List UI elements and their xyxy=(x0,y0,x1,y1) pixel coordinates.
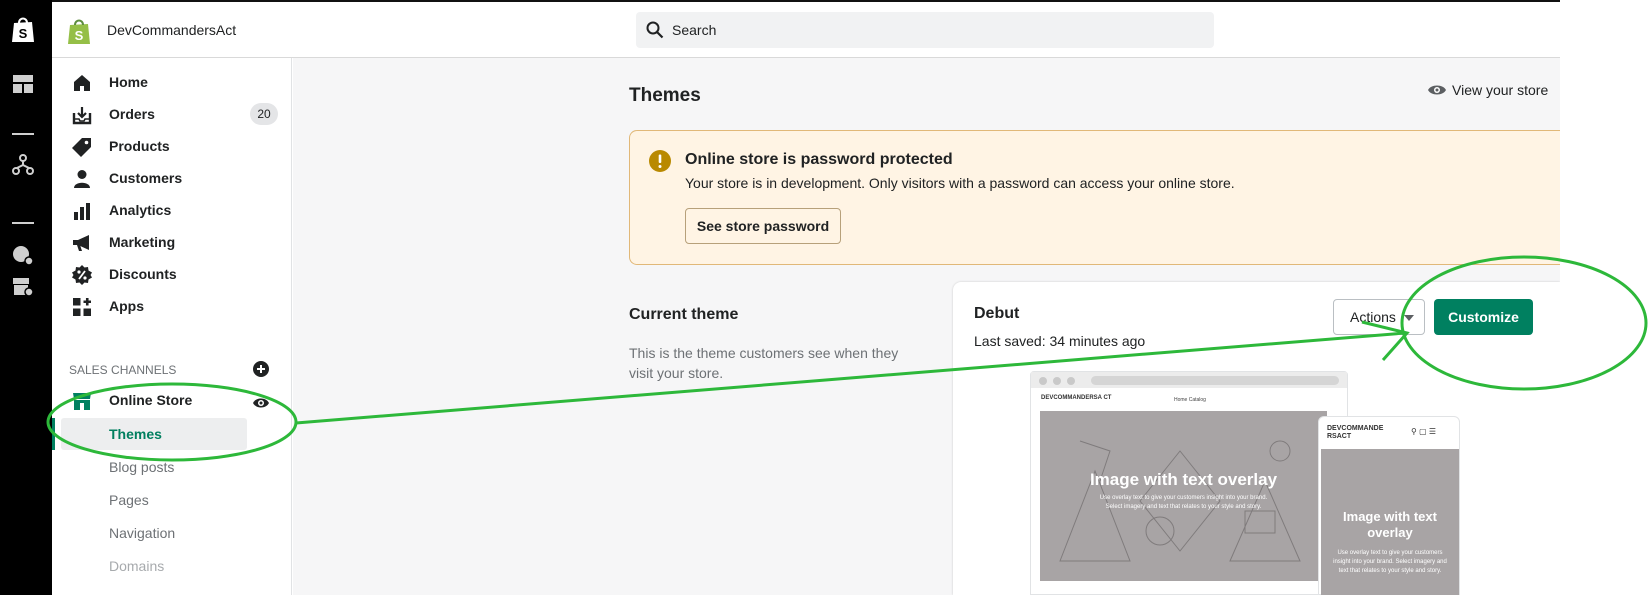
page-title: Themes xyxy=(629,85,701,106)
customize-button[interactable]: Customize xyxy=(1434,299,1533,335)
banner-text: Your store is in development. Only visit… xyxy=(685,175,1235,191)
caret-down-icon xyxy=(1404,315,1414,321)
preview-mobile-icons: ⚲ ▢ ☰ xyxy=(1411,427,1437,436)
sidebar-item-label: Marketing xyxy=(109,234,176,250)
sidebar-item-label: Discounts xyxy=(109,266,177,282)
svg-text:S: S xyxy=(19,26,28,41)
preview-mobile-store-name: DEVCOMMANDE RSACT xyxy=(1327,425,1384,440)
desktop-preview[interactable]: DEVCOMMANDERSA CT Home Catalog Image wit… xyxy=(1030,371,1348,595)
app-rail: S xyxy=(0,0,52,595)
sidebar-subitem-pages[interactable]: Pages xyxy=(109,492,149,508)
sidebar-item-label: Home xyxy=(109,74,148,90)
eye-icon xyxy=(1428,85,1446,95)
actions-label: Actions xyxy=(1350,309,1396,325)
current-theme-description: This is the theme customers see when the… xyxy=(629,345,899,381)
sidebar-subitem-blog-posts[interactable]: Blog posts xyxy=(109,459,174,475)
preview-nav: Home Catalog xyxy=(1174,397,1206,403)
current-theme-title: Current theme xyxy=(629,306,739,323)
dashboard-icon[interactable] xyxy=(11,72,35,96)
apps-icon xyxy=(73,298,91,316)
network-icon[interactable] xyxy=(11,153,35,177)
search-bar[interactable] xyxy=(636,12,1214,48)
sales-channels-heading: SALES CHANNELS xyxy=(69,363,177,377)
preview-hero: Image with text overlay Use overlay text… xyxy=(1040,411,1327,581)
preview-mobile-hero-subtitle: Use overlay text to give your customers … xyxy=(1333,550,1447,574)
eye-icon[interactable] xyxy=(253,396,269,410)
rail-divider xyxy=(12,222,34,224)
megaphone-icon xyxy=(73,235,89,251)
sidebar-item-label: Online Store xyxy=(109,392,193,408)
sidebar-item-label: Apps xyxy=(109,298,144,314)
window-dot xyxy=(1039,377,1047,385)
bar-chart-icon xyxy=(74,203,90,220)
discount-icon xyxy=(72,265,92,285)
sidebar-item-label: Orders xyxy=(109,106,155,122)
preview-store-name: DEVCOMMANDERSA CT xyxy=(1041,395,1112,401)
shopify-bag-icon[interactable]: S xyxy=(10,14,36,44)
person-icon xyxy=(74,170,90,188)
warning-icon xyxy=(649,150,671,172)
address-bar xyxy=(1091,376,1339,385)
window-dot xyxy=(1067,377,1075,385)
store-name[interactable]: DevCommandersAct xyxy=(107,22,236,38)
sidebar: Home Orders 20 Products Customers Analyt… xyxy=(52,58,292,595)
preview-mobile-hero: Image with text overlay Use overlay text… xyxy=(1321,449,1459,595)
sidebar-item-customers[interactable]: Customers xyxy=(52,163,292,193)
active-indicator xyxy=(52,418,55,450)
rail-divider xyxy=(12,133,34,135)
view-store-link[interactable]: View your store xyxy=(1428,80,1548,100)
mobile-preview[interactable]: DEVCOMMANDE RSACT ⚲ ▢ ☰ Image with text … xyxy=(1318,416,1460,595)
theme-card: Debut Last saved: 34 minutes ago Actions… xyxy=(953,282,1560,595)
actions-dropdown-button[interactable]: Actions xyxy=(1333,299,1425,335)
sidebar-item-label: Customers xyxy=(109,170,183,186)
preview-hero-title: Image with text overlay xyxy=(1089,470,1278,489)
add-circle-icon[interactable] xyxy=(253,361,269,377)
orders-icon xyxy=(72,107,92,125)
sidebar-item-marketing[interactable]: Marketing xyxy=(52,227,292,257)
svg-text:S: S xyxy=(75,28,84,43)
sidebar-item-analytics[interactable]: Analytics xyxy=(52,195,292,225)
tag-icon xyxy=(72,138,91,157)
store-icon xyxy=(73,393,91,410)
banner-title: Online store is password protected xyxy=(685,151,953,168)
sidebar-subitem-label[interactable]: Themes xyxy=(109,426,162,442)
sidebar-item-label: Analytics xyxy=(109,202,172,218)
theme-last-saved: Last saved: 34 minutes ago xyxy=(974,333,1146,349)
search-icon xyxy=(646,21,664,39)
window-dot xyxy=(1053,377,1061,385)
orders-count-badge: 20 xyxy=(250,103,278,125)
sidebar-item-products[interactable]: Products xyxy=(52,131,292,161)
sidebar-item-home[interactable]: Home xyxy=(52,67,292,97)
view-store-label: View your store xyxy=(1452,82,1549,98)
sidebar-subitem-domains[interactable]: Domains xyxy=(109,558,164,574)
preview-mobile-hero-title: Image with text overlay xyxy=(1343,509,1437,540)
store-settings-icon[interactable] xyxy=(11,275,35,299)
top-bar: S DevCommandersAct xyxy=(52,0,1560,58)
browser-chrome xyxy=(1031,372,1347,388)
see-store-password-button[interactable]: See store password xyxy=(685,208,841,244)
screenshot-margin xyxy=(1560,58,1651,595)
preview-hero-subtitle: Use overlay text to give your customers … xyxy=(1099,495,1268,510)
password-banner: Online store is password protected Your … xyxy=(629,130,1560,265)
theme-name: Debut xyxy=(974,305,1020,322)
home-icon xyxy=(74,75,90,91)
sidebar-subitem-navigation[interactable]: Navigation xyxy=(109,525,175,541)
sidebar-item-apps[interactable]: Apps xyxy=(52,291,292,321)
main-content: Themes View your store Online store is p… xyxy=(293,58,1560,595)
search-input[interactable] xyxy=(672,20,1192,40)
user-settings-icon[interactable] xyxy=(11,244,35,268)
sidebar-item-orders[interactable]: Orders 20 xyxy=(52,99,292,129)
shopify-logo-icon[interactable]: S xyxy=(66,16,92,46)
sidebar-item-discounts[interactable]: Discounts xyxy=(52,259,292,289)
sidebar-item-label: Products xyxy=(109,138,170,154)
